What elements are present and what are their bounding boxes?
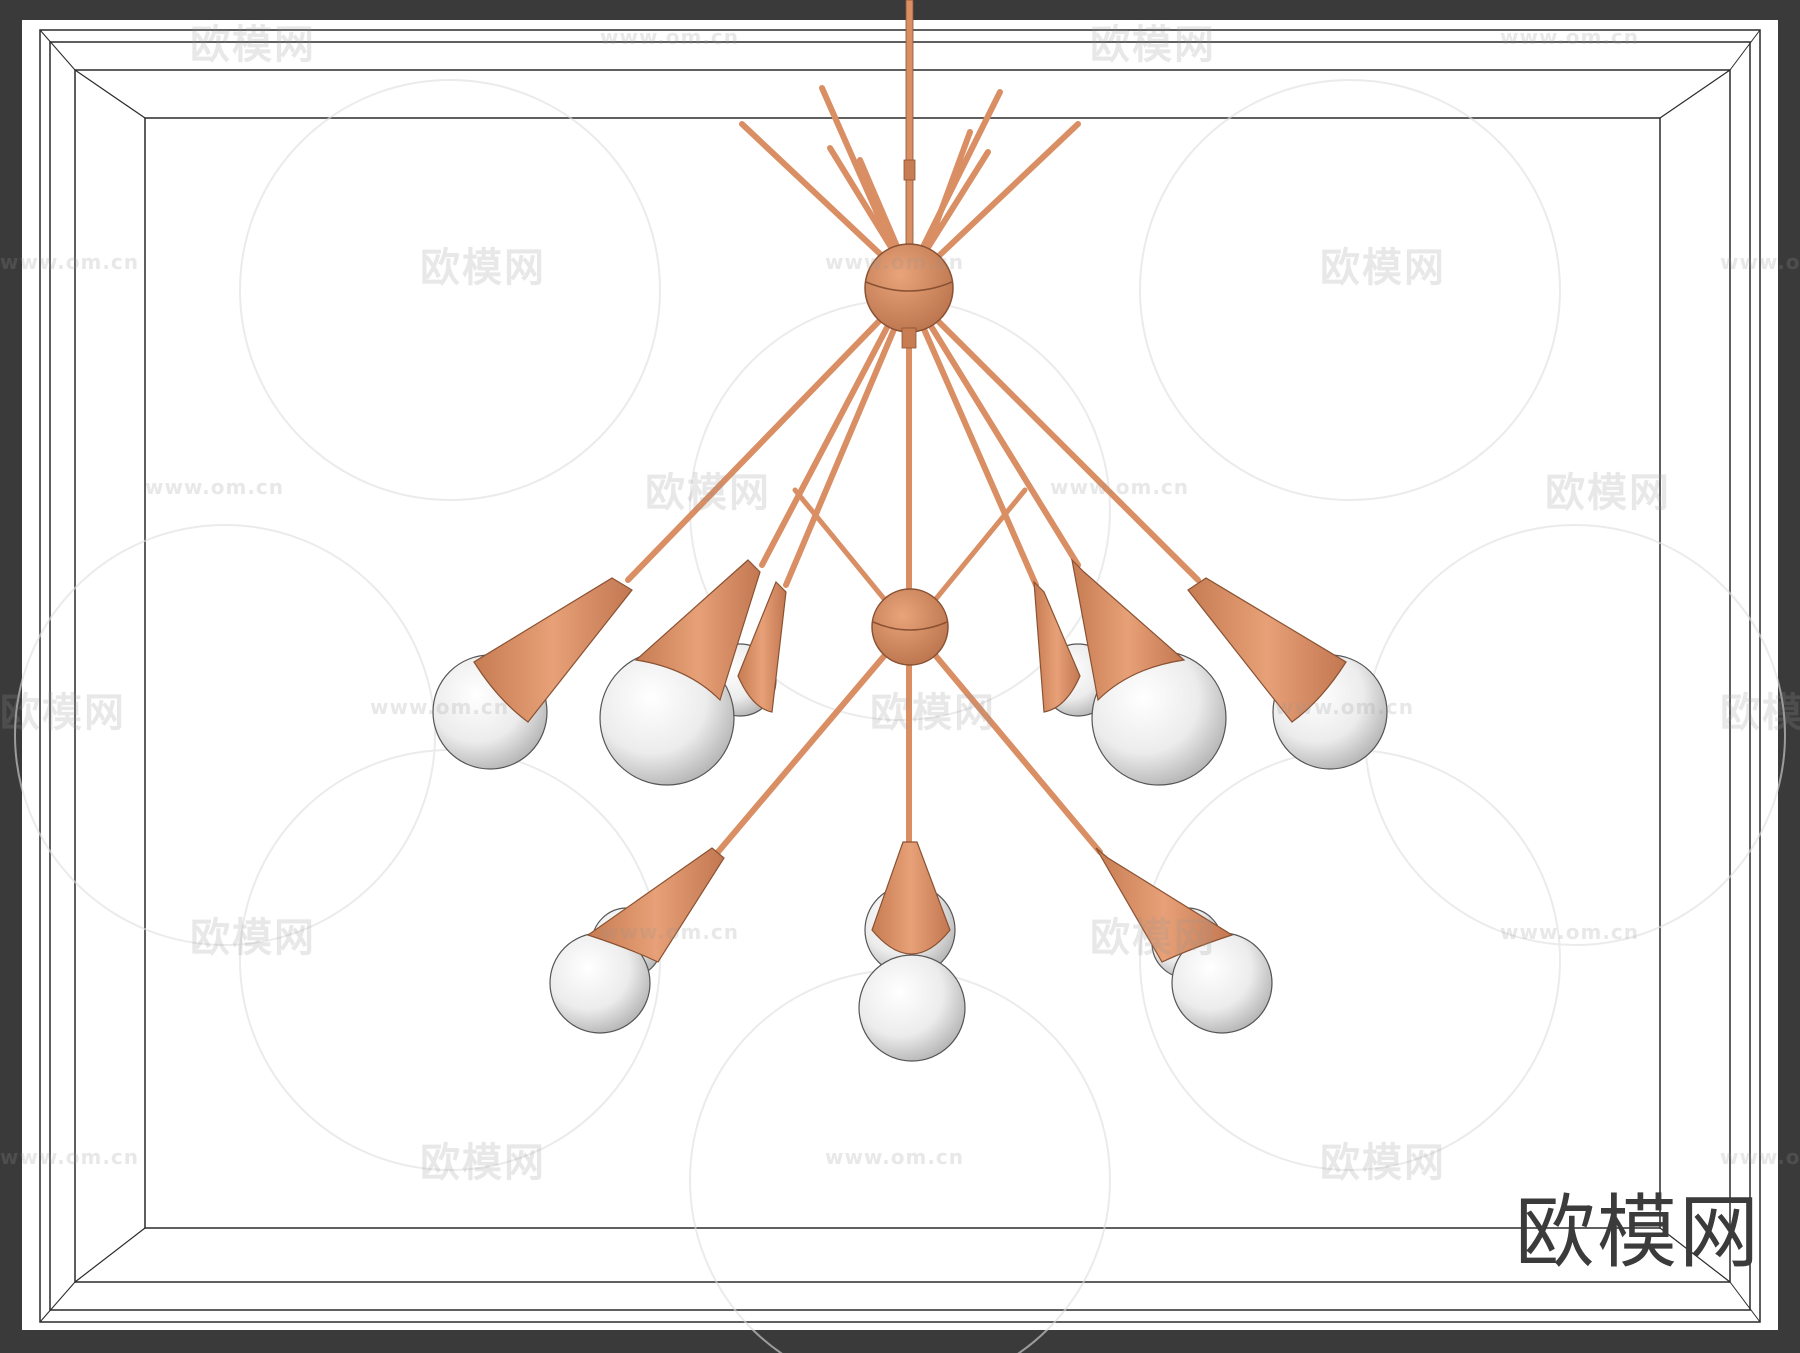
globe bbox=[858, 954, 966, 1062]
lower-hub bbox=[871, 588, 949, 666]
viewport-frame bbox=[22, 20, 1778, 1330]
3d-viewport[interactable]: 欧模网 www.om.cn 欧模网 www.om.cn www.om.cn 欧模… bbox=[0, 0, 1800, 1353]
upper-hub bbox=[864, 243, 954, 333]
suspension-rod bbox=[905, 0, 914, 246]
brand-logo: 欧模网 bbox=[1515, 1186, 1761, 1279]
chandelier-render bbox=[14, 0, 1786, 1353]
